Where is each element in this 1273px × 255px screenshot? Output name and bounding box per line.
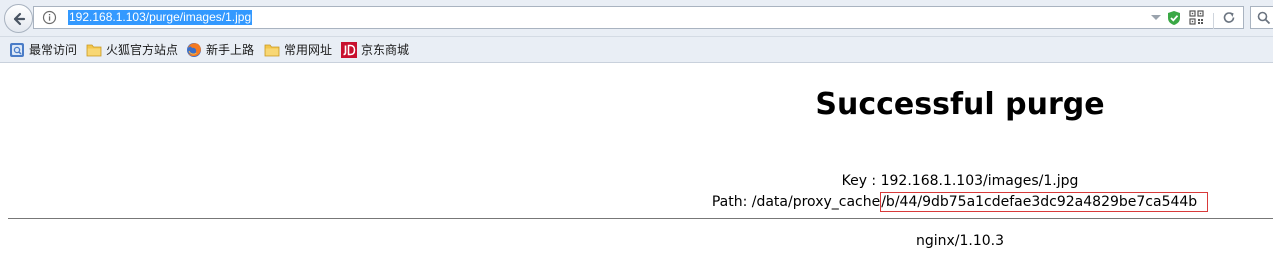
bookmark-label: 火狐官方站点 <box>106 43 179 57</box>
bookmark-getting-started[interactable]: 新手上路 <box>186 41 254 58</box>
search-box[interactable] <box>1250 6 1273 29</box>
folder-icon <box>264 44 280 56</box>
info-icon[interactable] <box>42 10 57 25</box>
bookmark-label: 常用网址 <box>284 43 333 57</box>
reload-icon[interactable] <box>1222 10 1236 25</box>
bookmark-firefox-official[interactable]: 火狐官方站点 <box>86 41 178 58</box>
path-highlight: /b/44/9db75a1cdefae3dc92a4829be7ca544b <box>880 192 1209 212</box>
page-title: Successful purge <box>815 87 1105 122</box>
back-button[interactable] <box>4 4 33 33</box>
bookmarks-toolbar: 最常访问 火狐官方站点 新手上路 常用网址 京东商城 <box>0 37 1273 63</box>
bookmark-jd-mall[interactable]: 京东商城 <box>341 41 409 58</box>
key-value: 192.168.1.103/images/1.jpg <box>880 173 1079 189</box>
horizontal-rule <box>8 218 1273 219</box>
bookmark-common-sites[interactable]: 常用网址 <box>264 41 332 58</box>
page-content: Successful purge Key : 192.168.1.103/ima… <box>0 63 1273 255</box>
dropdown-arrow-icon[interactable] <box>1150 11 1162 25</box>
path-label: Path: <box>711 194 748 210</box>
search-icon <box>1257 11 1271 25</box>
bookmark-label: 最常访问 <box>29 43 78 57</box>
server-footer: nginx/1.10.3 <box>915 233 1005 249</box>
jd-logo-icon <box>341 41 357 58</box>
shield-icon[interactable] <box>1167 10 1181 26</box>
folder-icon <box>86 44 102 56</box>
bookmark-label: 京东商城 <box>361 43 410 57</box>
url-text[interactable]: 192.168.1.103/purge/images/1.jpg <box>68 10 253 25</box>
urlbar-separator <box>1213 13 1214 29</box>
qr-code-icon[interactable] <box>1189 10 1204 25</box>
frequent-sites-icon <box>10 42 24 57</box>
bookmark-frequent-sites[interactable]: 最常访问 <box>9 41 77 58</box>
browser-toolbar: 192.168.1.103/purge/images/1.jpg <box>0 0 1273 37</box>
path-prefix: /data/proxy_cache <box>751 194 881 210</box>
firefox-icon <box>187 42 201 57</box>
key-line: Key : 192.168.1.103/images/1.jpg <box>660 171 1260 191</box>
key-label: Key : <box>841 173 877 189</box>
address-bar[interactable]: 192.168.1.103/purge/images/1.jpg <box>33 6 1244 29</box>
bookmark-label: 新手上路 <box>206 43 255 57</box>
back-arrow-icon <box>13 12 26 26</box>
path-line: Path: /data/proxy_cache/b/44/9db75a1cdef… <box>660 192 1260 212</box>
